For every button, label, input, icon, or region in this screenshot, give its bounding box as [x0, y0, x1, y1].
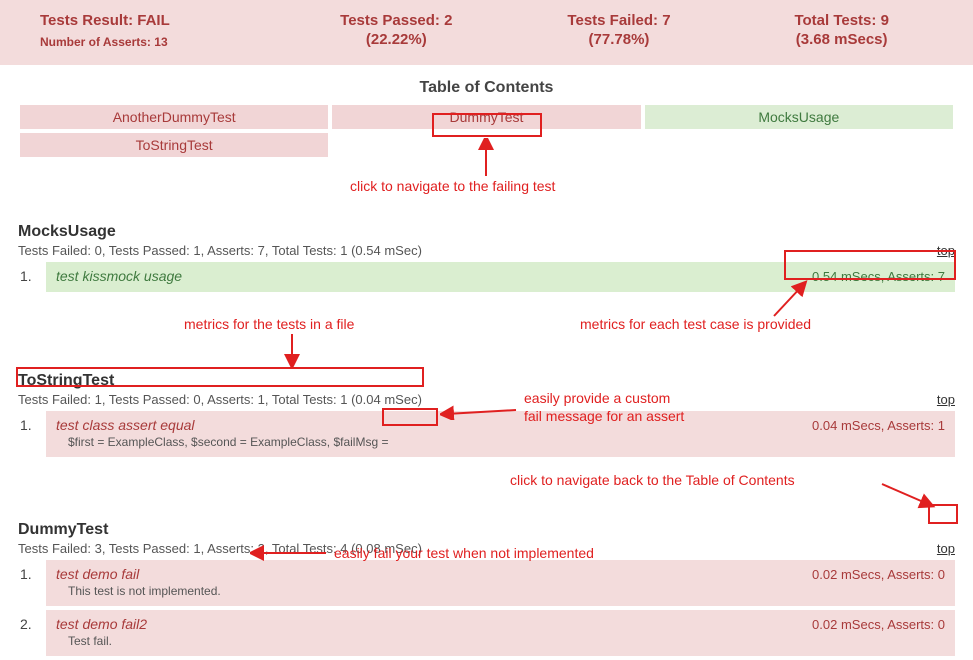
test-name: test demo fail2 [56, 616, 147, 632]
test-metrics: 0.02 mSecs, Asserts: 0 [812, 617, 945, 632]
toc-item-label: AnotherDummyTest [113, 109, 236, 125]
test-metrics: 0.04 mSecs, Asserts: 1 [812, 418, 945, 433]
asserts-value: 13 [154, 35, 167, 49]
toc-item-mocksusage[interactable]: MocksUsage [643, 103, 955, 131]
failed-pct: (77.78%) [508, 31, 731, 48]
test-detail: Test fail. [56, 634, 945, 648]
top-link[interactable]: top [937, 243, 955, 258]
passed-pct: (22.22%) [285, 31, 508, 48]
test-row-body: test class assert equal 0.04 mSecs, Asse… [46, 411, 955, 457]
test-name: test demo fail [56, 566, 139, 582]
section-meta: Tests Failed: 0, Tests Passed: 1, Assert… [18, 243, 422, 258]
toc-item-label: ToStringTest [136, 137, 213, 153]
section-tostringtest: ToStringTest Tests Failed: 1, Tests Pass… [0, 372, 973, 457]
toc-item-label: DummyTest [450, 109, 524, 125]
section-title: DummyTest [18, 521, 955, 539]
section-title: MocksUsage [18, 223, 955, 241]
passed-label: Tests Passed: [340, 12, 440, 29]
toc-heading: Table of Contents [0, 79, 973, 97]
top-link[interactable]: top [937, 392, 955, 407]
result-value: FAIL [137, 12, 170, 29]
summary-result: Tests Result: FAIL Number of Asserts: 13 [40, 12, 285, 49]
toc-item-dummytest[interactable]: DummyTest [330, 103, 642, 131]
test-row-body: test kissmock usage 0.54 mSecs, Asserts:… [46, 262, 955, 292]
test-row: 1. test demo fail 0.02 mSecs, Asserts: 0… [18, 560, 955, 606]
toc-item-tostringtest[interactable]: ToStringTest [18, 131, 330, 159]
test-detail: $first = ExampleClass, $second = Example… [56, 435, 945, 449]
test-row: 1. test class assert equal 0.04 mSecs, A… [18, 411, 955, 457]
section-dummytest: DummyTest Tests Failed: 3, Tests Passed:… [0, 521, 973, 656]
row-number: 1. [18, 560, 46, 606]
test-name: test class assert equal [56, 417, 195, 433]
failed-value: 7 [662, 12, 670, 29]
section-mocksusage: MocksUsage Tests Failed: 0, Tests Passed… [0, 223, 973, 292]
asserts-label: Number of Asserts: [40, 35, 151, 49]
test-row: 1. test kissmock usage 0.54 mSecs, Asser… [18, 262, 955, 292]
test-metrics: 0.54 mSecs, Asserts: 7 [812, 269, 945, 284]
toc-grid: AnotherDummyTest DummyTest MocksUsage To… [0, 103, 973, 159]
toc-item-label: MocksUsage [758, 109, 839, 125]
failed-label: Tests Failed: [567, 12, 658, 29]
row-number: 2. [18, 610, 46, 656]
test-row: 2. test demo fail2 0.02 mSecs, Asserts: … [18, 610, 955, 656]
section-title: ToStringTest [18, 372, 955, 390]
summary-passed: Tests Passed: 2 (22.22%) [285, 12, 508, 49]
passed-value: 2 [444, 12, 452, 29]
total-value: 9 [881, 12, 889, 29]
result-label: Tests Result: [40, 12, 133, 29]
test-metrics: 0.02 mSecs, Asserts: 0 [812, 567, 945, 582]
total-time: (3.68 mSecs) [730, 31, 953, 48]
test-name: test kissmock usage [56, 268, 182, 284]
row-number: 1. [18, 411, 46, 457]
test-row-body: test demo fail 0.02 mSecs, Asserts: 0 Th… [46, 560, 955, 606]
row-number: 1. [18, 262, 46, 292]
total-label: Total Tests: [794, 12, 876, 29]
toc-item-anotherdummytest[interactable]: AnotherDummyTest [18, 103, 330, 131]
top-link[interactable]: top [937, 541, 955, 556]
test-detail: This test is not implemented. [56, 584, 945, 598]
section-meta: Tests Failed: 1, Tests Passed: 0, Assert… [18, 392, 422, 407]
summary-failed: Tests Failed: 7 (77.78%) [508, 12, 731, 49]
summary-total: Total Tests: 9 (3.68 mSecs) [730, 12, 953, 49]
summary-header: Tests Result: FAIL Number of Asserts: 13… [0, 0, 973, 65]
section-meta: Tests Failed: 3, Tests Passed: 1, Assert… [18, 541, 422, 556]
test-row-body: test demo fail2 0.02 mSecs, Asserts: 0 T… [46, 610, 955, 656]
